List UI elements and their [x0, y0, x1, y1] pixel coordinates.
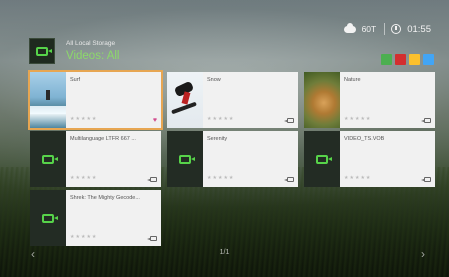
- video-thumbnail: [304, 72, 340, 128]
- rating-stars: ★★★★★: [207, 175, 235, 181]
- video-camera-icon: [29, 38, 55, 64]
- video-tile-surf[interactable]: Surf ★★★★★ ♥: [28, 70, 163, 130]
- rating-stars: ★★★★★: [207, 116, 235, 122]
- video-title: Nature: [344, 77, 361, 83]
- video-camera-icon: [304, 131, 340, 187]
- rating-stars: ★★★★★: [344, 175, 372, 181]
- rating-stars: ★★★★★: [344, 116, 372, 122]
- rating-stars: ★★★★★: [70, 175, 98, 181]
- status-divider: [384, 23, 386, 35]
- cloud-icon: [343, 22, 356, 33]
- yellow-key-button[interactable]: [409, 54, 420, 65]
- video-tile-multilanguage[interactable]: Multilanguage LTFR 667 ... ★★★★★: [30, 131, 161, 187]
- video-thumbnail: [30, 72, 66, 128]
- temperature: 60T: [361, 24, 377, 34]
- video-camera-icon: [421, 177, 431, 182]
- page-header: All Local Storage Videos: All: [66, 40, 120, 62]
- blue-key-button[interactable]: [423, 54, 434, 65]
- video-camera-icon: [284, 177, 294, 182]
- video-tile-serenity[interactable]: Serenity ★★★★★: [167, 131, 298, 187]
- rating-stars: ★★★★★: [70, 234, 98, 240]
- rating-stars: ★★★★★: [70, 116, 98, 122]
- video-tile-shrek[interactable]: Shrek: The Mighty Gecode... ★★★★★: [30, 190, 161, 246]
- video-title: Surf: [70, 77, 81, 83]
- chevron-right-icon[interactable]: ›: [421, 247, 425, 261]
- video-camera-icon: [147, 236, 157, 241]
- video-title: VIDEO_TS.VOB: [344, 136, 385, 142]
- video-tile-snow[interactable]: Snow ★★★★★: [167, 72, 298, 128]
- video-camera-icon: [30, 131, 66, 187]
- video-title: Multilanguage LTFR 667 ...: [70, 136, 136, 142]
- video-camera-icon: [284, 118, 294, 123]
- video-thumbnail: [167, 72, 203, 128]
- clock-time: 01:55: [407, 23, 431, 35]
- video-tile-video-ts[interactable]: VIDEO_TS.VOB ★★★★★: [304, 131, 435, 187]
- clock-icon: [391, 24, 402, 34]
- footer: ‹ 1/1 ›: [0, 247, 449, 261]
- video-tile-nature[interactable]: Nature ★★★★★: [304, 72, 435, 128]
- green-key-button[interactable]: [381, 54, 392, 65]
- video-camera-icon: [147, 177, 157, 182]
- red-key-button[interactable]: [395, 54, 406, 65]
- video-camera-icon: [167, 131, 203, 187]
- status-bar: 60T 01:55: [343, 20, 431, 38]
- video-title: Snow: [207, 77, 221, 83]
- color-key-buttons: [381, 54, 434, 65]
- page-title: Videos: All: [66, 50, 120, 62]
- page-indicator: 1/1: [219, 249, 230, 256]
- chevron-left-icon[interactable]: ‹: [31, 247, 35, 261]
- video-camera-icon: [421, 118, 431, 123]
- video-camera-icon: [30, 190, 66, 246]
- breadcrumb: All Local Storage: [66, 40, 116, 47]
- favorite-heart-icon: ♥: [152, 117, 157, 124]
- video-title: Serenity: [207, 136, 228, 142]
- video-title: Shrek: The Mighty Gecode...: [70, 195, 140, 201]
